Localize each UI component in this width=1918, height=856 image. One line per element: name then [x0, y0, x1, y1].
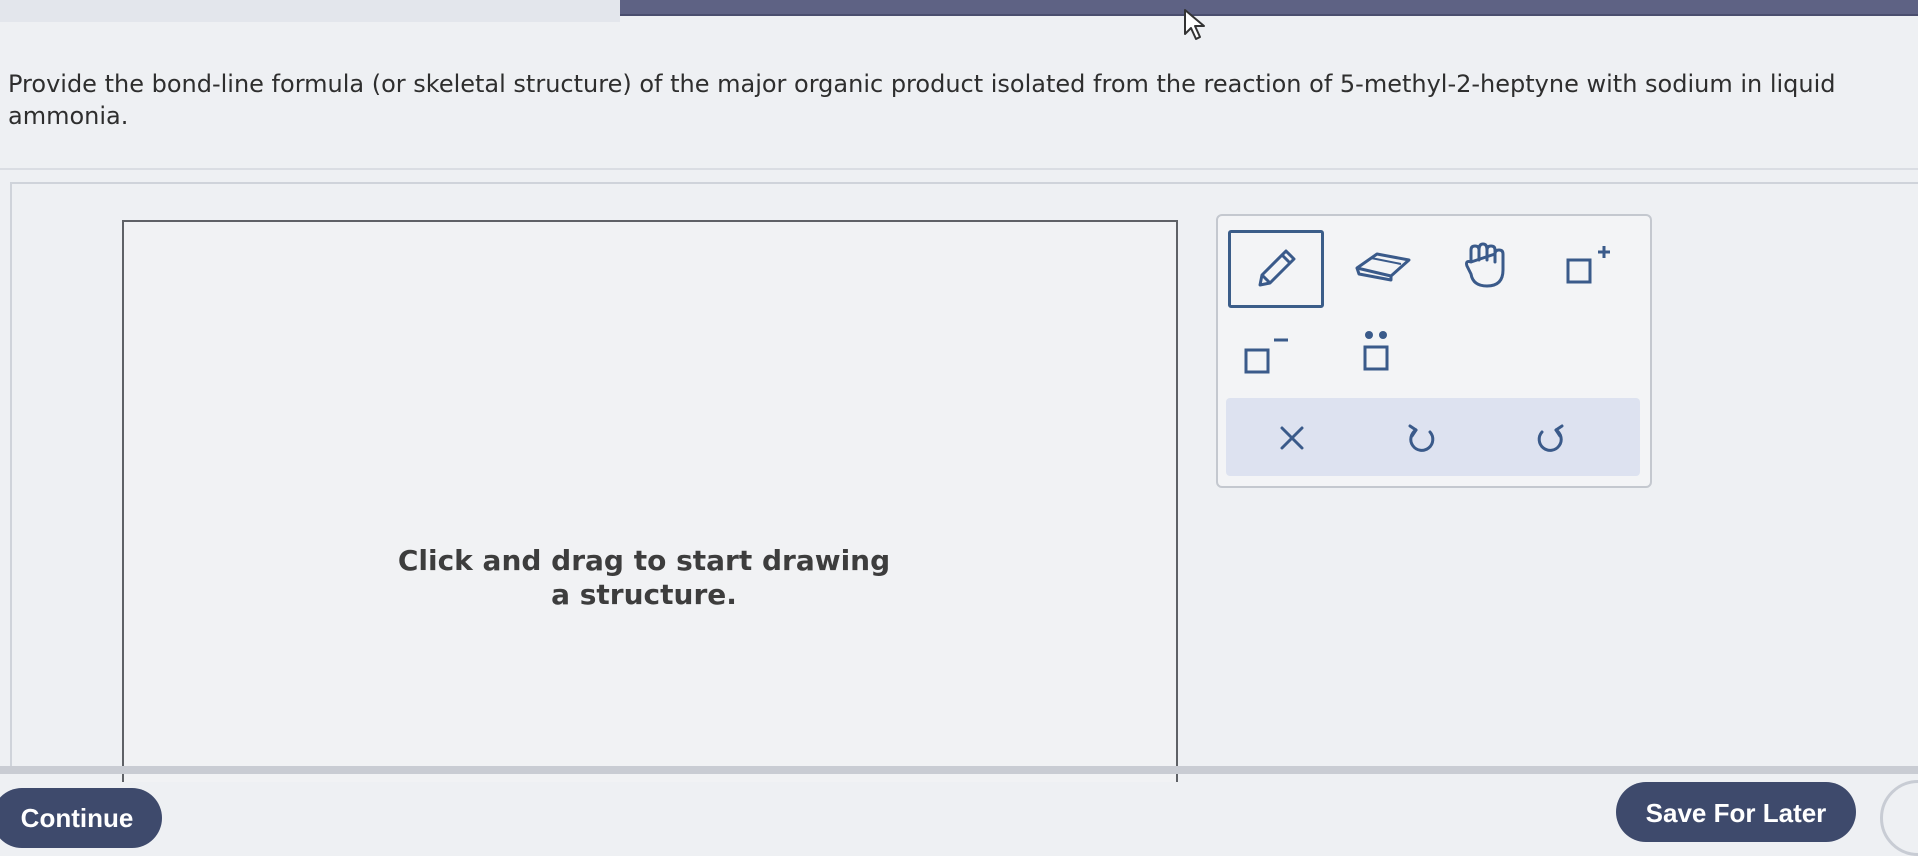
drawing-toolbar [1216, 214, 1652, 488]
clear-button[interactable] [1262, 408, 1322, 468]
clear-icon [1280, 426, 1304, 450]
drawing-canvas[interactable]: Click and drag to start drawing a struct… [122, 220, 1178, 782]
lone-pair-button[interactable] [1344, 320, 1408, 386]
hand-icon [1465, 242, 1505, 288]
positive-charge-button[interactable] [1558, 238, 1622, 298]
redo-icon [1537, 424, 1564, 452]
eraser-tool-button[interactable] [1348, 238, 1418, 294]
canvas-hint: Click and drag to start drawing a struct… [397, 544, 891, 611]
positive-charge-icon [1566, 246, 1610, 284]
action-bar [1226, 398, 1640, 476]
lone-pair-icon [1363, 331, 1389, 371]
redo-button[interactable] [1520, 408, 1580, 468]
hand-tool-button[interactable] [1454, 234, 1518, 298]
save-for-later-button[interactable]: Save For Later [1616, 782, 1856, 842]
divider [0, 168, 1918, 170]
top-bar [620, 0, 1918, 16]
header-strip [0, 0, 620, 22]
undo-icon [1408, 424, 1435, 452]
bottom-rail [0, 766, 1918, 774]
continue-button[interactable]: Continue [0, 788, 162, 848]
pencil-tool-button[interactable] [1228, 230, 1324, 308]
negative-charge-icon [1244, 338, 1288, 374]
mouse-cursor-icon [1184, 9, 1205, 40]
question-text: Provide the bond-line formula (or skelet… [8, 70, 1836, 130]
corner-button[interactable] [1880, 780, 1918, 856]
pencil-icon [1258, 249, 1296, 287]
negative-charge-button[interactable] [1236, 326, 1300, 386]
undo-button[interactable] [1392, 408, 1452, 468]
eraser-icon [1355, 252, 1411, 282]
